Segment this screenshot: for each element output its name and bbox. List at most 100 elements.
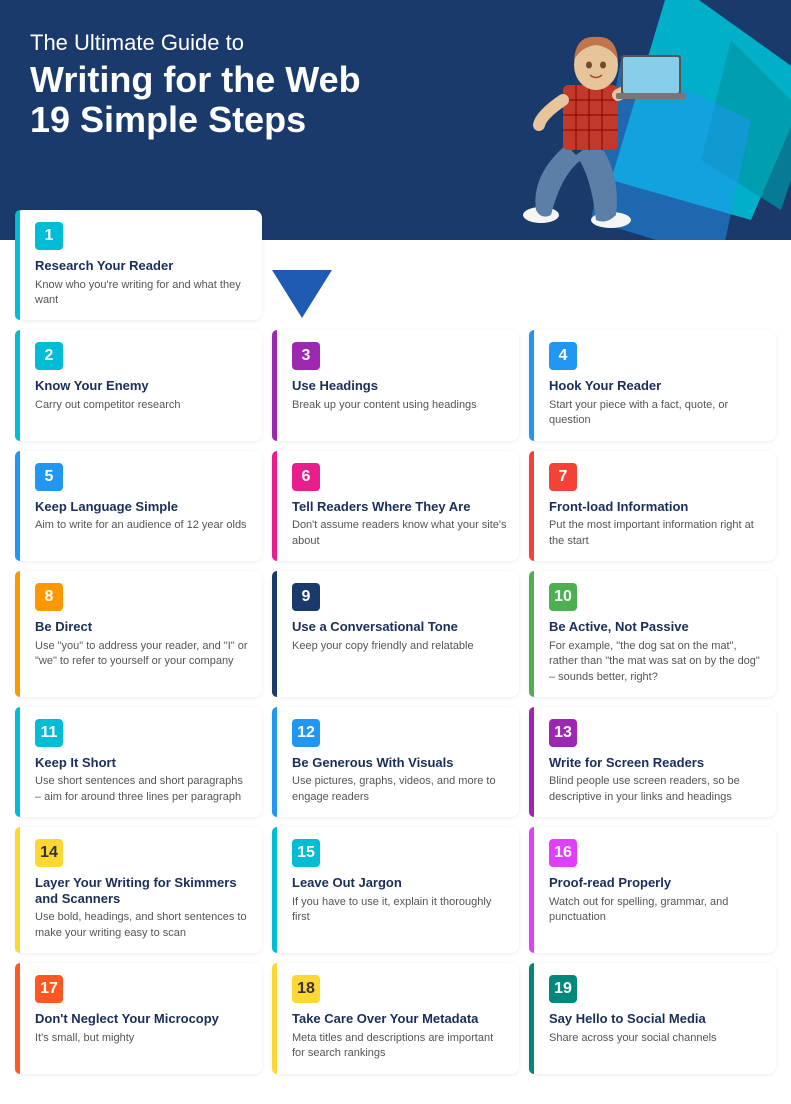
row-2: 2 Know Your Enemy Carry out competitor r…	[15, 330, 776, 440]
step-desc-15: If you have to use it, explain it thorou…	[292, 895, 507, 926]
card-bar-13	[529, 707, 534, 817]
row-7: 17 Don't Neglect Your Microcopy It's sma…	[15, 963, 776, 1073]
step-title-6: Tell Readers Where They Are	[292, 499, 507, 515]
step-card-16: 16 Proof-read Properly Watch out for spe…	[529, 827, 776, 953]
step-badge-5: 5	[35, 463, 63, 491]
step-title-10: Be Active, Not Passive	[549, 619, 764, 635]
step-card-6: 6 Tell Readers Where They Are Don't assu…	[272, 451, 519, 561]
card-bar-19	[529, 963, 534, 1073]
step-card-9: 9 Use a Conversational Tone Keep your co…	[272, 571, 519, 697]
step-card-15: 15 Leave Out Jargon If you have to use i…	[272, 827, 519, 953]
step-badge-15: 15	[292, 839, 320, 867]
step-title-12: Be Generous With Visuals	[292, 755, 507, 771]
step-card-5: 5 Keep Language Simple Aim to write for …	[15, 451, 262, 561]
step-badge-17: 17	[35, 975, 63, 1003]
step-badge-19: 19	[549, 975, 577, 1003]
step-badge-2: 2	[35, 342, 63, 370]
header-subtitle: The Ultimate Guide to	[30, 30, 450, 56]
card-bar-8	[15, 571, 20, 697]
card-bar-12	[272, 707, 277, 817]
step-badge-4: 4	[549, 342, 577, 370]
step-title-13: Write for Screen Readers	[549, 755, 764, 771]
step-desc-4: Start your piece with a fact, quote, or …	[549, 398, 764, 429]
row-4: 8 Be Direct Use "you" to address your re…	[15, 571, 776, 697]
step-badge-3: 3	[292, 342, 320, 370]
card-bar-17	[15, 963, 20, 1073]
step-card-11: 11 Keep It Short Use short sentences and…	[15, 707, 262, 817]
step-badge-12: 12	[292, 719, 320, 747]
step-desc-18: Meta titles and descriptions are importa…	[292, 1031, 507, 1062]
step-title-9: Use a Conversational Tone	[292, 619, 507, 635]
step-desc-3: Break up your content using headings	[292, 398, 507, 413]
step-desc-5: Aim to write for an audience of 12 year …	[35, 518, 250, 533]
card-bar-5	[15, 451, 20, 561]
step-card-18: 18 Take Care Over Your Metadata Meta tit…	[272, 963, 519, 1073]
step-desc-7: Put the most important information right…	[549, 518, 764, 549]
row-5: 11 Keep It Short Use short sentences and…	[15, 707, 776, 817]
header-title: The Ultimate Guide to Writing for the We…	[30, 30, 450, 139]
card-bar-11	[15, 707, 20, 817]
step-desc-2: Carry out competitor research	[35, 398, 250, 413]
step-badge-8: 8	[35, 583, 63, 611]
step-card-14: 14 Layer Your Writing for Skimmers and S…	[15, 827, 262, 953]
card-bar-1	[15, 210, 20, 320]
step-title-18: Take Care Over Your Metadata	[292, 1011, 507, 1027]
step-badge-1: 1	[35, 222, 63, 250]
step-card-17: 17 Don't Neglect Your Microcopy It's sma…	[15, 963, 262, 1073]
step-card-19: 19 Say Hello to Social Media Share acros…	[529, 963, 776, 1073]
step-badge-10: 10	[549, 583, 577, 611]
card-bar-15	[272, 827, 277, 953]
step-title-16: Proof-read Properly	[549, 875, 764, 891]
card-bar-2	[15, 330, 20, 440]
step-title-11: Keep It Short	[35, 755, 250, 771]
step-title-8: Be Direct	[35, 619, 250, 635]
step-desc-8: Use "you" to address your reader, and "I…	[35, 639, 250, 670]
step-badge-13: 13	[549, 719, 577, 747]
step-title-5: Keep Language Simple	[35, 499, 250, 515]
step-desc-14: Use bold, headings, and short sentences …	[35, 910, 250, 941]
step-badge-9: 9	[292, 583, 320, 611]
card-bar-14	[15, 827, 20, 953]
step-desc-10: For example, "the dog sat on the mat", r…	[549, 639, 764, 685]
card-bar-18	[272, 963, 277, 1073]
step-badge-11: 11	[35, 719, 63, 747]
header-person	[511, 5, 691, 240]
header: The Ultimate Guide to Writing for the We…	[0, 0, 791, 240]
step-badge-6: 6	[292, 463, 320, 491]
step-card-10: 10 Be Active, Not Passive For example, "…	[529, 571, 776, 697]
step-title-7: Front-load Information	[549, 499, 764, 515]
step-card-13: 13 Write for Screen Readers Blind people…	[529, 707, 776, 817]
card-bar-10	[529, 571, 534, 697]
step-title-15: Leave Out Jargon	[292, 875, 507, 891]
step-desc-6: Don't assume readers know what your site…	[292, 518, 507, 549]
card-bar-7	[529, 451, 534, 561]
steps-area: 1 Research Your Reader Know who you're w…	[0, 210, 791, 1104]
blue-arrow	[272, 270, 332, 320]
step-title-2: Know Your Enemy	[35, 378, 250, 394]
step-card-1: 1 Research Your Reader Know who you're w…	[15, 210, 262, 320]
step-badge-14: 14	[35, 839, 63, 867]
step-desc-13: Blind people use screen readers, so be d…	[549, 774, 764, 805]
step-badge-7: 7	[549, 463, 577, 491]
row-6: 14 Layer Your Writing for Skimmers and S…	[15, 827, 776, 953]
step-desc-19: Share across your social channels	[549, 1031, 764, 1046]
step-card-3: 3 Use Headings Break up your content usi…	[272, 330, 519, 440]
card-bar-3	[272, 330, 277, 440]
step-card-2: 2 Know Your Enemy Carry out competitor r…	[15, 330, 262, 440]
step-desc-1: Know who you're writing for and what the…	[35, 278, 250, 309]
step-title-19: Say Hello to Social Media	[549, 1011, 764, 1027]
card-bar-4	[529, 330, 534, 440]
step-desc-11: Use short sentences and short paragraphs…	[35, 774, 250, 805]
step-title-14: Layer Your Writing for Skimmers and Scan…	[35, 875, 250, 906]
step-desc-16: Watch out for spelling, grammar, and pun…	[549, 895, 764, 926]
card-bar-16	[529, 827, 534, 953]
step-badge-18: 18	[292, 975, 320, 1003]
step-desc-17: It's small, but mighty	[35, 1031, 250, 1046]
step-desc-12: Use pictures, graphs, videos, and more t…	[292, 774, 507, 805]
step-card-7: 7 Front-load Information Put the most im…	[529, 451, 776, 561]
card-bar-9	[272, 571, 277, 697]
step-card-12: 12 Be Generous With Visuals Use pictures…	[272, 707, 519, 817]
step-card-4: 4 Hook Your Reader Start your piece with…	[529, 330, 776, 440]
header-main-title: Writing for the Web 19 Simple Steps	[30, 60, 450, 139]
row-3: 5 Keep Language Simple Aim to write for …	[15, 451, 776, 561]
